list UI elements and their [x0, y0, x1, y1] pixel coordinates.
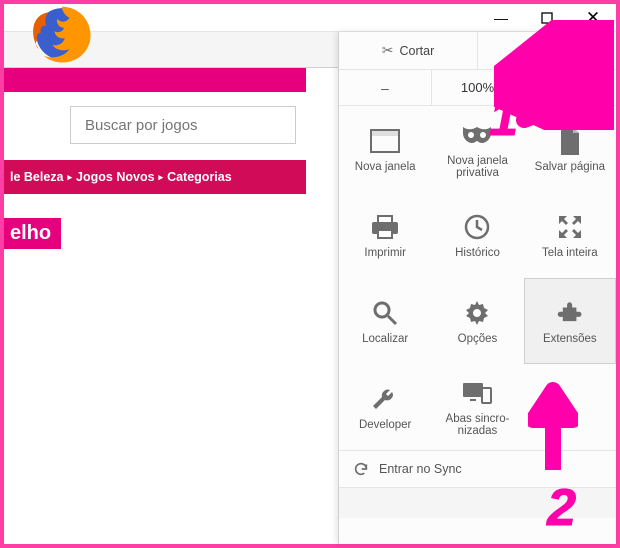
nav-item-beauty[interactable]: le Beleza: [10, 170, 64, 184]
menu-item-label: Opções: [458, 333, 498, 345]
zoom-row: – 100% +: [339, 70, 616, 106]
firefox-logo-icon: [28, 0, 96, 68]
save-page-button[interactable]: Salvar página: [524, 106, 616, 192]
search-input[interactable]: [70, 106, 296, 144]
nav-item-categories[interactable]: Categorias: [167, 170, 232, 184]
copy-icon: [529, 44, 543, 58]
menu-item-label: Localizar: [362, 333, 408, 345]
copy-label: Co: [549, 44, 565, 58]
window-maximize-button[interactable]: [524, 4, 570, 32]
menu-item-label: Developer: [359, 419, 411, 431]
new-window-button[interactable]: Nova janela: [339, 106, 431, 192]
mask-icon: [459, 119, 495, 151]
copy-button[interactable]: Co: [478, 32, 616, 69]
menu-grid: Nova janela Nova janela privativa Salvar…: [339, 106, 616, 450]
scissors-icon: ✂: [382, 42, 394, 59]
firefox-window: — ✕ le Beleza ▸: [4, 4, 616, 544]
page-icon: [552, 125, 588, 157]
cut-label: Cortar: [400, 44, 435, 58]
zoom-in-button[interactable]: +: [524, 70, 616, 105]
menu-item-label: Salvar página: [535, 161, 605, 173]
edit-actions-row: ✂ Cortar Co: [339, 32, 616, 70]
zoom-level-value[interactable]: 100%: [432, 70, 525, 105]
fullscreen-icon: [552, 211, 588, 243]
menu-item-label: Tela inteira: [542, 247, 598, 259]
nav-item-new-games[interactable]: Jogos Novos: [76, 170, 155, 184]
synced-tabs-button[interactable]: Abas sincro- nizadas: [431, 364, 523, 450]
sync-signin-button[interactable]: Entrar no Sync: [339, 450, 616, 488]
site-search: [70, 106, 296, 144]
print-button[interactable]: Imprimir: [339, 192, 431, 278]
clock-icon: [459, 211, 495, 243]
menu-item-label: Histórico: [455, 247, 500, 259]
window-minimize-button[interactable]: —: [478, 4, 524, 32]
devices-icon: [459, 377, 495, 409]
cut-button[interactable]: ✂ Cortar: [339, 32, 478, 69]
sync-icon: [353, 461, 369, 477]
wrench-icon: [367, 383, 403, 415]
menu-item-label: Nova janela: [355, 161, 416, 173]
developer-button[interactable]: Developer: [339, 364, 431, 450]
options-button[interactable]: Opções: [431, 278, 523, 364]
menu-footer: [339, 488, 616, 518]
zoom-out-button[interactable]: –: [339, 70, 432, 105]
window-close-button[interactable]: ✕: [570, 4, 616, 32]
puzzle-icon: [552, 297, 588, 329]
menu-item-label: Abas sincro- nizadas: [446, 413, 510, 437]
private-window-button[interactable]: Nova janela privativa: [431, 106, 523, 192]
menu-item-label: Extensões: [543, 333, 597, 345]
sync-label: Entrar no Sync: [379, 462, 462, 476]
empty-cell: [524, 364, 616, 450]
hamburger-menu-panel: ✂ Cortar Co – 100% + Nova janela: [338, 32, 616, 544]
menu-item-label: Nova janela privativa: [433, 155, 521, 179]
chevron-right-icon: ▸: [159, 172, 164, 183]
fullscreen-button[interactable]: Tela inteira: [524, 192, 616, 278]
chevron-right-icon: ▸: [68, 172, 73, 183]
printer-icon: [367, 211, 403, 243]
menu-item-label: Imprimir: [364, 247, 406, 259]
addons-button[interactable]: Extensões: [524, 278, 616, 364]
site-nav-bar: le Beleza ▸ Jogos Novos ▸ Categorias: [4, 160, 306, 194]
game-title-fragment: elho: [4, 218, 61, 249]
gear-icon: [459, 297, 495, 329]
history-button[interactable]: Histórico: [431, 192, 523, 278]
find-button[interactable]: Localizar: [339, 278, 431, 364]
search-icon: [367, 297, 403, 329]
window-icon: [367, 125, 403, 157]
site-header-stripe: [4, 68, 306, 92]
